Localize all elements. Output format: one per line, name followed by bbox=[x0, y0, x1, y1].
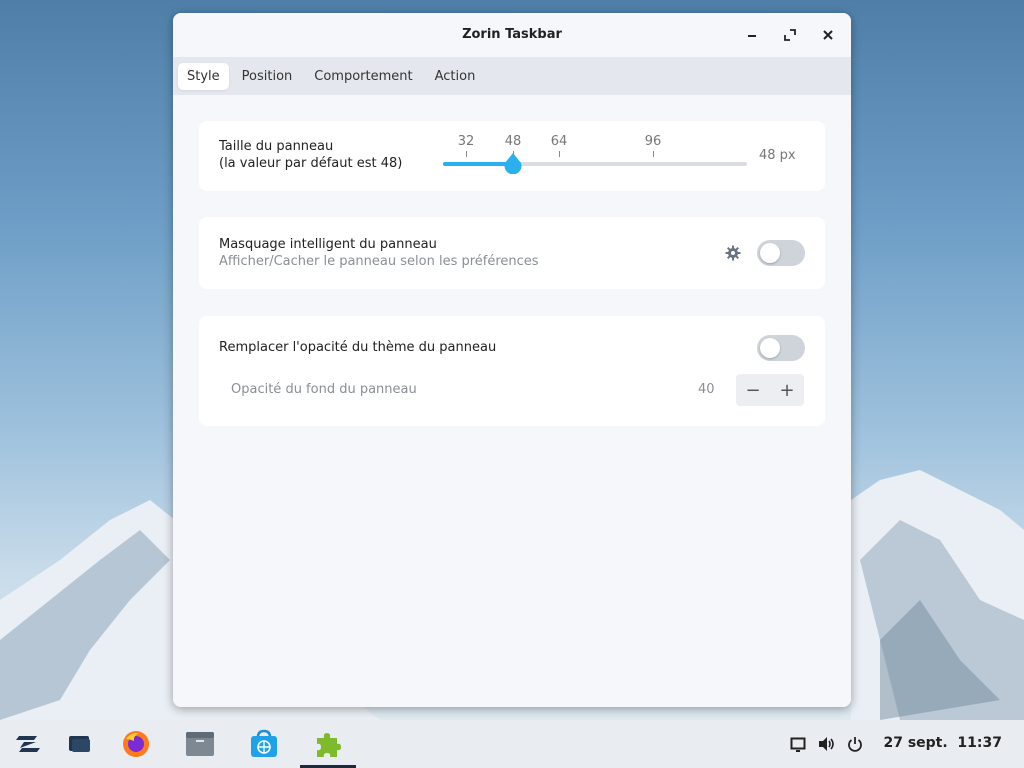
workspace-icon bbox=[69, 736, 90, 752]
minimize-icon bbox=[748, 35, 756, 37]
slider-mark-64: 64 bbox=[550, 134, 568, 149]
tab-position[interactable]: Position bbox=[233, 63, 302, 90]
opacity-increase-button[interactable]: + bbox=[770, 374, 804, 406]
smart-hide-settings-button[interactable] bbox=[725, 245, 741, 261]
background-opacity-value: 40 bbox=[698, 382, 715, 397]
tab-bar: Style Position Comportement Action bbox=[173, 57, 851, 95]
slider-handle-icon bbox=[504, 153, 522, 175]
background-opacity-label: Opacité du fond du panneau bbox=[231, 382, 417, 397]
panel-size-slider-track[interactable] bbox=[443, 162, 747, 166]
close-button[interactable] bbox=[819, 26, 837, 44]
zorin-menu-button[interactable] bbox=[12, 728, 44, 760]
workspace-button[interactable] bbox=[64, 728, 96, 760]
extensions-button[interactable] bbox=[312, 728, 344, 760]
settings-content: Taille du panneau (la valeur par défaut … bbox=[173, 95, 851, 707]
slider-mark-32: 32 bbox=[457, 134, 475, 149]
panel-size-title: Taille du panneau bbox=[219, 139, 334, 154]
tab-comportement[interactable]: Comportement bbox=[305, 63, 421, 90]
slider-tick bbox=[466, 151, 467, 157]
slider-mark-48: 48 bbox=[504, 134, 522, 149]
clock[interactable]: 27 sept. 11:37 bbox=[883, 735, 1002, 751]
opacity-decrease-button[interactable]: − bbox=[736, 374, 770, 406]
opacity-override-toggle[interactable] bbox=[757, 335, 805, 361]
maximize-button[interactable] bbox=[781, 26, 799, 44]
extensions-icon bbox=[317, 733, 341, 757]
toggle-knob bbox=[760, 338, 780, 358]
slider-tick bbox=[653, 151, 654, 157]
zorin-taskbar-window: Zorin Taskbar Style Position Comportemen… bbox=[173, 13, 851, 707]
toggle-knob bbox=[760, 243, 780, 263]
display-icon bbox=[790, 737, 806, 752]
tab-action[interactable]: Action bbox=[426, 63, 485, 90]
close-icon bbox=[823, 30, 833, 40]
zorin-menu-icon bbox=[16, 736, 40, 752]
software-store-icon bbox=[251, 729, 277, 757]
firefox-button[interactable] bbox=[120, 728, 152, 760]
software-store-button[interactable] bbox=[248, 728, 280, 760]
maximize-icon bbox=[784, 29, 796, 41]
panel-size-subtitle: (la valeur par défaut est 48) bbox=[219, 156, 403, 171]
panel-size-card: Taille du panneau (la valeur par défaut … bbox=[199, 121, 825, 191]
power-icon bbox=[848, 737, 862, 752]
minimize-button[interactable] bbox=[743, 26, 761, 44]
slider-tick bbox=[559, 151, 560, 157]
volume-icon bbox=[819, 737, 834, 751]
smart-hide-title: Masquage intelligent du panneau bbox=[219, 237, 437, 252]
opacity-card: Remplacer l'opacité du thème du panneau … bbox=[199, 316, 825, 426]
tab-style[interactable]: Style bbox=[178, 62, 229, 90]
volume-button[interactable] bbox=[818, 736, 836, 752]
gear-icon bbox=[725, 245, 741, 261]
panel-size-value: 48 px bbox=[759, 148, 796, 163]
titlebar[interactable]: Zorin Taskbar bbox=[173, 13, 851, 57]
files-icon bbox=[186, 732, 214, 756]
smart-hide-subtitle: Afficher/Cacher le panneau selon les pré… bbox=[219, 254, 539, 269]
slider-mark-96: 96 bbox=[644, 134, 662, 149]
firefox-icon bbox=[123, 731, 149, 757]
panel-size-slider-handle[interactable] bbox=[503, 152, 523, 175]
smart-hide-toggle[interactable] bbox=[757, 240, 805, 266]
opacity-override-title: Remplacer l'opacité du thème du panneau bbox=[219, 340, 497, 355]
screen-tray-button[interactable] bbox=[790, 736, 806, 752]
taskbar: 27 sept. 11:37 bbox=[0, 720, 1024, 768]
power-button[interactable] bbox=[847, 736, 863, 752]
smart-hide-card: Masquage intelligent du panneau Afficher… bbox=[199, 217, 825, 289]
files-button[interactable] bbox=[184, 728, 216, 760]
